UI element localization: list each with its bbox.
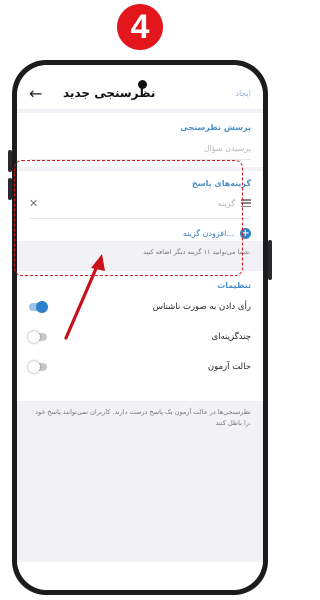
add-option-button[interactable]: افزودن گزینه... + (29, 228, 251, 239)
question-section-label: پرسش نظرسنجی (180, 123, 251, 132)
question-input[interactable]: پرسیدن سؤال (29, 144, 251, 153)
anonymous-toggle[interactable] (29, 301, 48, 313)
multiple-choice-toggle[interactable] (28, 331, 47, 343)
plus-circle-icon: + (240, 228, 251, 239)
divider (29, 159, 251, 160)
bottom-area (17, 562, 263, 590)
options-section-label: گزینه‌های پاسخ (191, 179, 251, 188)
setting-quiz-mode[interactable]: حالت آزمون (28, 352, 251, 382)
drag-handle-icon[interactable] (241, 199, 251, 207)
arrow-left-icon[interactable]: ← (29, 84, 47, 103)
settings-hint: نظرسنجی‌ها در حالت آزمون یک پاسخ درست دا… (35, 408, 251, 427)
divider (29, 218, 251, 219)
phone-side-button (8, 150, 12, 172)
phone-side-button (268, 240, 272, 280)
phone-screen: ← نظرسنجی جدید ایجاد پرسش نظرسنجی پرسیدن… (17, 65, 263, 590)
setting-multiple-choice[interactable]: چندگزینه‌ای (28, 322, 251, 352)
settings-card: تنظیمات رأی دادن به صورت ناشناس چندگزینه… (17, 271, 263, 401)
phone-frame: ← نظرسنجی جدید ایجاد پرسش نظرسنجی پرسیدن… (12, 60, 268, 595)
setting-label: حالت آزمون (207, 362, 251, 372)
create-button[interactable]: ایجاد (235, 89, 251, 98)
close-icon[interactable]: ✕ (29, 197, 43, 210)
options-card: گزینه‌های پاسخ ✕ گزینه افزودن گزینه... + (17, 171, 263, 241)
setting-label: رأی دادن به صورت ناشناس (152, 302, 251, 312)
quiz-mode-toggle[interactable] (28, 361, 47, 373)
setting-label: چندگزینه‌ای (211, 332, 251, 342)
setting-anonymous[interactable]: رأی دادن به صورت ناشناس (29, 292, 251, 322)
settings-section-label: تنظیمات (217, 281, 251, 290)
step-number-badge: 4 (117, 4, 163, 50)
option-input[interactable]: گزینه (43, 199, 235, 208)
option-row: ✕ گزینه (29, 196, 251, 210)
question-card: پرسش نظرسنجی پرسیدن سؤال (17, 113, 263, 167)
phone-side-button (8, 178, 12, 200)
front-camera (138, 80, 147, 89)
options-hint: شما می‌توانید ۱۱ گزینه دیگر اضافه کنید. (143, 248, 251, 256)
add-option-label: افزودن گزینه... (182, 229, 234, 238)
